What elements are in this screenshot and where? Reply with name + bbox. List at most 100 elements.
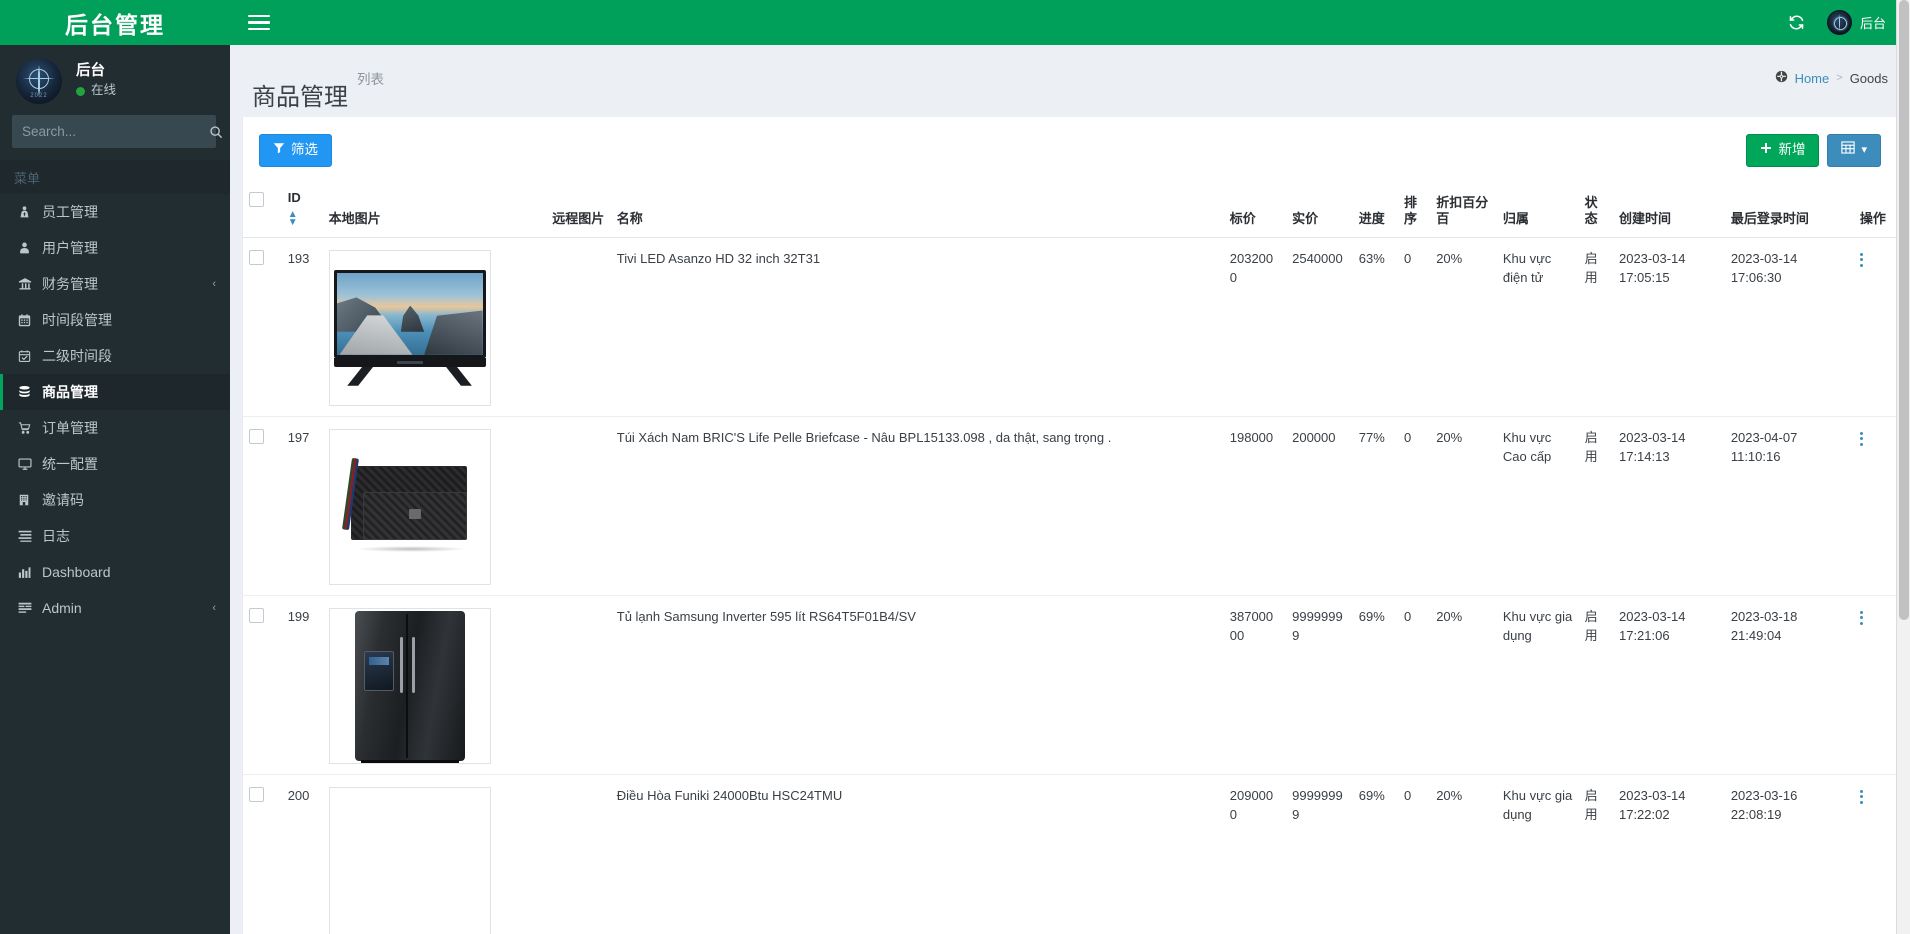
goods-table: ID ▲ ▼ 本地图片 远程图片 名称 标价 实价 进度 排序 折扣百分百 归属 … xyxy=(243,178,1897,934)
bank-icon xyxy=(18,277,42,291)
sidebar-item-label: Admin xyxy=(42,600,82,616)
row-checkbox[interactable] xyxy=(249,787,264,803)
cell-status: 启用 xyxy=(1578,416,1613,597)
calendar-icon xyxy=(18,313,42,327)
chart-bar-icon xyxy=(18,566,42,579)
th-real-price: 实价 xyxy=(1286,178,1353,239)
cell-real-price: 200000 xyxy=(1286,416,1353,597)
search-icon[interactable] xyxy=(209,115,223,148)
cell-id: 199 xyxy=(281,595,323,776)
add-button[interactable]: 新增 xyxy=(1746,134,1820,167)
profile-status: 在线 xyxy=(76,83,116,99)
cell-local-image xyxy=(322,237,547,418)
product-thumbnail[interactable] xyxy=(328,250,491,407)
row-checkbox[interactable] xyxy=(249,429,264,445)
breadcrumb-home[interactable]: Home xyxy=(1795,71,1830,86)
cell-id: 193 xyxy=(281,237,323,418)
table-header-row: ID ▲ ▼ 本地图片 远程图片 名称 标价 实价 进度 排序 折扣百分百 归属 … xyxy=(243,178,1897,239)
fridge-illustration xyxy=(354,611,465,764)
columns-caret-icon: ▾ xyxy=(1861,143,1867,156)
row-checkbox[interactable] xyxy=(249,250,264,266)
table-row[interactable]: 199 Tủ lạnh Samsung Inverter 595 lít RS6… xyxy=(243,595,1897,776)
sidebar-item-orders[interactable]: 订单管理 xyxy=(0,410,230,446)
content-area: 商品管理 列表 Home > Goods 筛选 新增 ▾ ID ▲ ▼ 本地图片… xyxy=(230,45,1910,934)
user-name-label: 后台 xyxy=(1859,16,1886,31)
sidebar-item-invitecode[interactable]: 邀请码 xyxy=(0,482,230,518)
sidebar-menu: 员工管理 用户管理 财务管理 ‹ 时间段管理 二级时间段 商品管理 订单管理 统… xyxy=(0,194,230,626)
breadcrumb-separator: > xyxy=(1836,72,1843,84)
avatar-year-label: 2022 xyxy=(30,92,48,99)
sidebar-search xyxy=(12,115,222,148)
filter-button-label: 筛选 xyxy=(291,142,318,157)
product-thumbnail[interactable] xyxy=(328,608,491,765)
sidebar-item-users[interactable]: 用户管理 xyxy=(0,230,230,266)
cell-discount: 20% xyxy=(1430,416,1497,597)
row-checkbox[interactable] xyxy=(249,608,264,624)
cell-last-login: 2023-03-16 22:08:19 xyxy=(1724,774,1854,934)
th-progress: 进度 xyxy=(1352,178,1398,239)
cell-belong: Khu vực gia dụng xyxy=(1496,595,1579,776)
table-scroll-region[interactable]: ID ▲ ▼ 本地图片 远程图片 名称 标价 实价 进度 排序 折扣百分百 归属 … xyxy=(243,178,1897,934)
cell-status: 启用 xyxy=(1578,595,1613,776)
table-row[interactable]: 197 Túi Xách Nam BRIC'S Life Pelle Brief… xyxy=(243,416,1897,597)
sidebar-item-subtimeslot[interactable]: 二级时间段 xyxy=(0,338,230,374)
th-id[interactable]: ID ▲ ▼ xyxy=(281,178,323,239)
breadcrumb: Home > Goods xyxy=(1775,70,1888,86)
columns-button[interactable]: ▾ xyxy=(1827,134,1881,167)
search-input[interactable] xyxy=(12,124,209,139)
cell-sort: 0 xyxy=(1397,416,1431,597)
sidebar-item-staff[interactable]: 员工管理 xyxy=(0,194,230,230)
app-brand-title: 后台管理 xyxy=(0,0,230,45)
sort-icon[interactable]: ▲ ▼ xyxy=(288,210,317,228)
cart-icon xyxy=(18,421,42,435)
scrollbar-thumb[interactable] xyxy=(1899,0,1909,620)
kebab-menu-icon[interactable] xyxy=(1859,610,1883,625)
kebab-menu-icon[interactable] xyxy=(1859,789,1883,804)
th-remote-image: 远程图片 xyxy=(546,178,611,239)
cell-remote-image xyxy=(546,237,611,418)
plus-icon xyxy=(1760,141,1772,160)
select-all-checkbox[interactable] xyxy=(249,192,264,207)
user-menu[interactable]: 后台 xyxy=(1819,0,1888,45)
sidebar-item-config[interactable]: 统一配置 xyxy=(0,446,230,482)
kebab-menu-icon[interactable] xyxy=(1859,252,1883,267)
goods-card: 筛选 新增 ▾ ID ▲ ▼ 本地图片 远程图片 名称 标价 实价 进度 排序 … xyxy=(243,117,1897,934)
database-icon xyxy=(18,385,42,399)
sidebar-item-logs[interactable]: 日志 xyxy=(0,518,230,554)
cell-sort: 0 xyxy=(1397,237,1431,418)
filter-button[interactable]: 筛选 xyxy=(259,134,332,167)
sidebar-item-goods[interactable]: 商品管理 xyxy=(0,374,230,410)
table-row[interactable]: 200 Điều Hòa Funiki 24000Btu HSC24TMU 20… xyxy=(243,774,1897,934)
product-thumbnail[interactable] xyxy=(328,787,491,934)
cell-name: Điều Hòa Funiki 24000Btu HSC24TMU xyxy=(610,774,1224,934)
row-select-cell xyxy=(243,774,282,934)
sidebar-item-dashboard[interactable]: Dashboard xyxy=(0,554,230,590)
kebab-menu-icon[interactable] xyxy=(1859,431,1883,446)
table-icon xyxy=(1841,141,1856,160)
cell-id: 197 xyxy=(281,416,323,597)
sidebar-item-label: 邀请码 xyxy=(42,492,84,508)
sidebar-item-label: 员工管理 xyxy=(42,204,98,220)
sidebar-item-finance[interactable]: 财务管理 ‹ xyxy=(0,266,230,302)
top-navbar: 后台 xyxy=(230,0,1910,45)
cell-last-login: 2023-03-18 21:49:04 xyxy=(1724,595,1854,776)
sidebar-item-admin[interactable]: Admin ‹ xyxy=(0,590,230,626)
cell-real-price: 2540000 xyxy=(1286,237,1353,418)
table-row[interactable]: 193 Tivi LED Asanzo HD 32 inch 32T31 203… xyxy=(243,237,1897,418)
th-select-all xyxy=(243,178,282,239)
sidebar-item-timeslot[interactable]: 时间段管理 xyxy=(0,302,230,338)
th-sort: 排序 xyxy=(1397,178,1431,239)
page-scrollbar[interactable] xyxy=(1896,0,1910,934)
cell-discount: 20% xyxy=(1430,595,1497,776)
cell-created-at: 2023-03-14 17:14:13 xyxy=(1612,416,1725,597)
refresh-icon[interactable] xyxy=(1774,0,1819,45)
row-select-cell xyxy=(243,237,282,418)
th-status: 状态 xyxy=(1578,178,1613,239)
cell-remote-image xyxy=(546,774,611,934)
hamburger-icon[interactable] xyxy=(244,12,270,34)
product-thumbnail[interactable] xyxy=(328,429,491,586)
bag-illustration xyxy=(335,452,485,562)
cell-sort: 0 xyxy=(1397,595,1431,776)
cell-belong: Khu vực gia dụng xyxy=(1496,774,1579,934)
user-tie-icon xyxy=(18,205,42,219)
